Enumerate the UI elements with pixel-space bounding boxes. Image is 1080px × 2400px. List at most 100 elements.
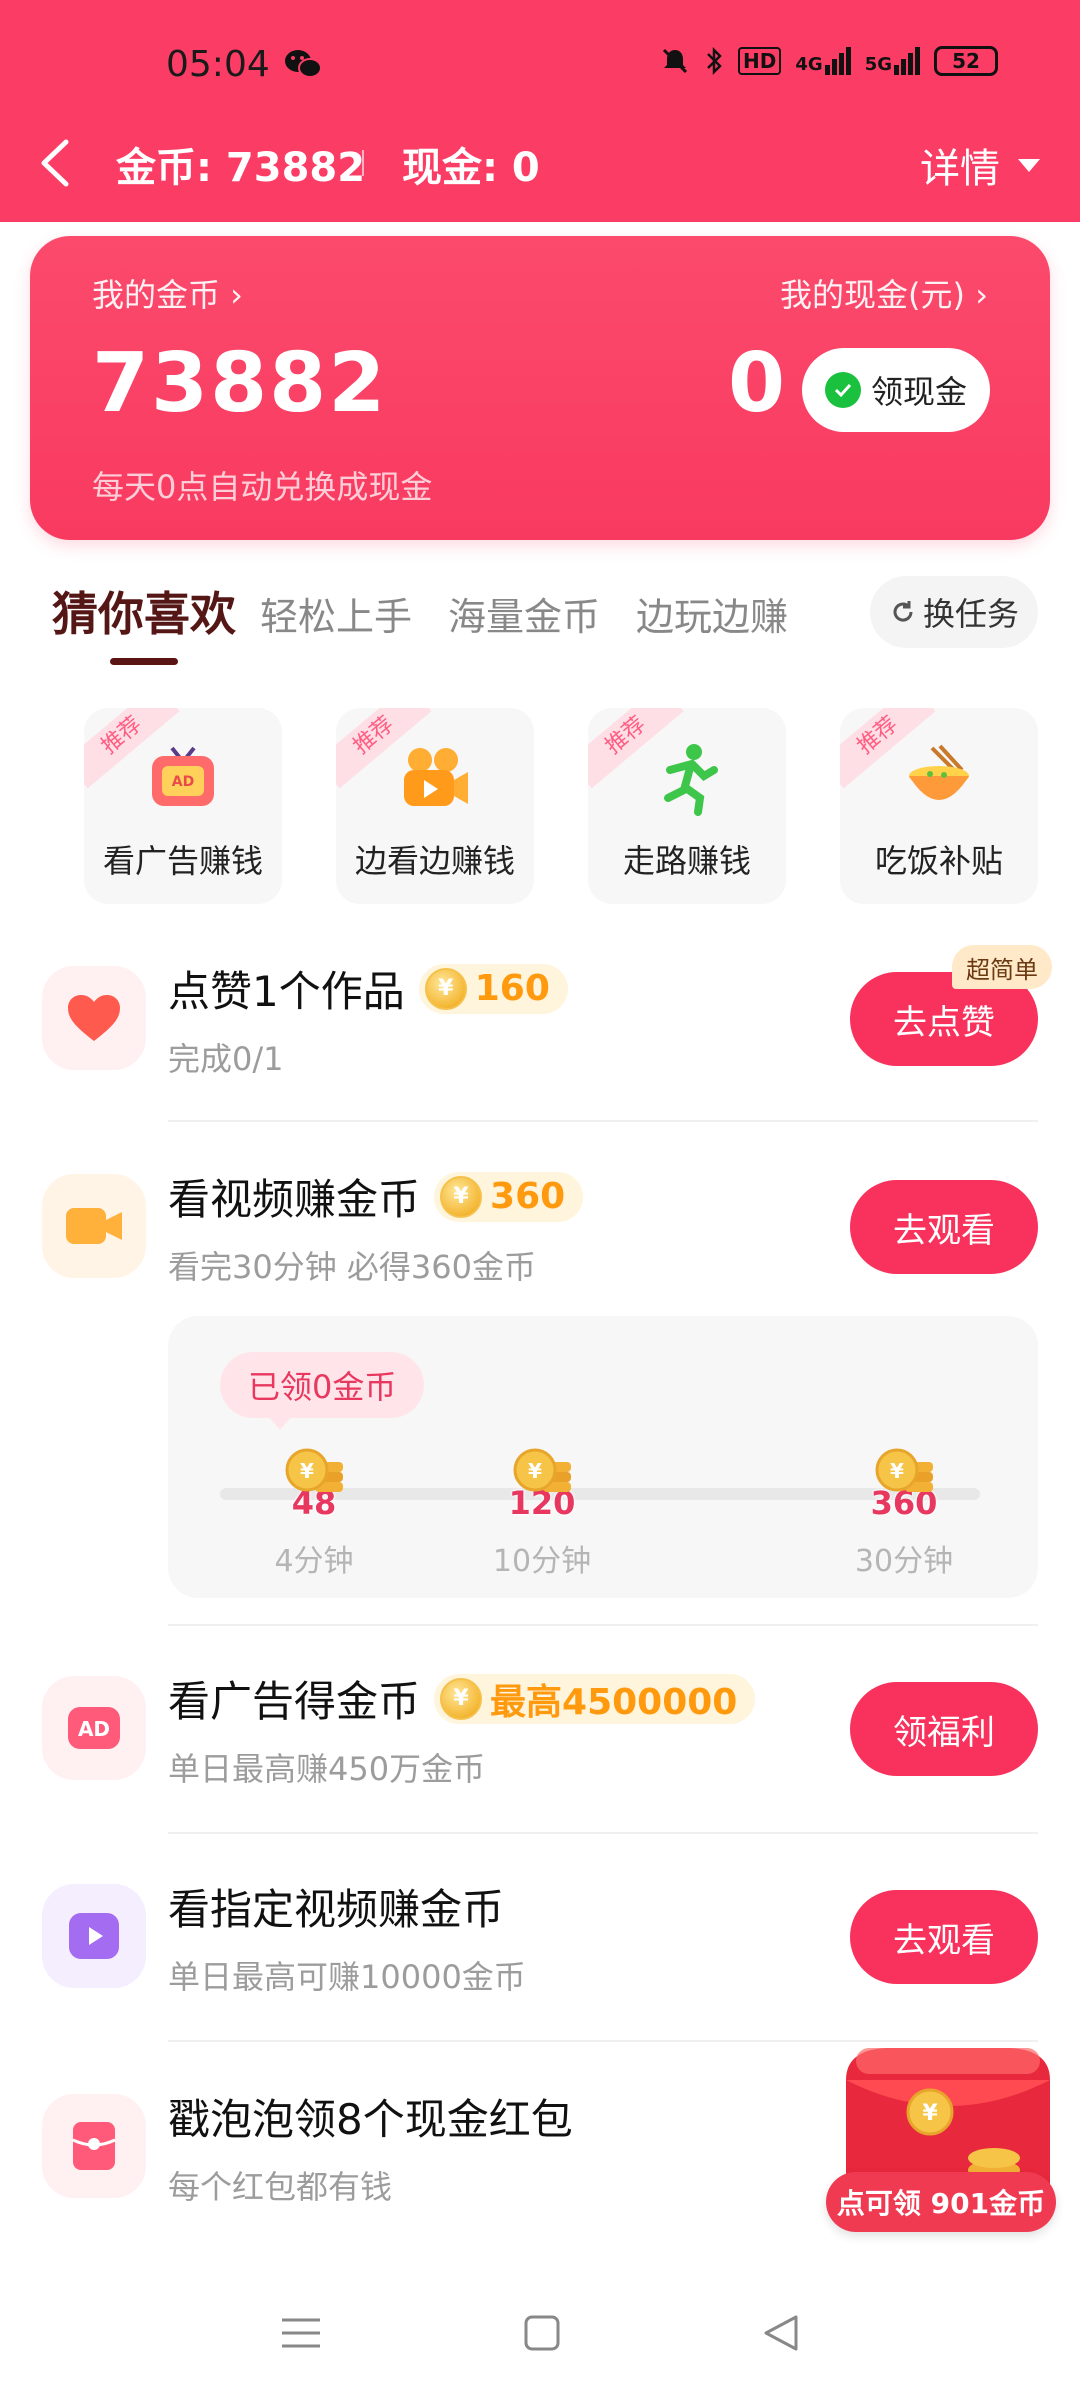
home-icon[interactable] — [523, 2314, 561, 2352]
quick-card-label: 吃饭补贴 — [874, 842, 1003, 880]
header-coins: 金币: 73882 — [116, 145, 366, 191]
divider — [168, 1120, 1038, 1122]
milestone-30min: ¥ 360 30分钟 — [844, 1448, 964, 1580]
super-easy-tag: 超简单 — [952, 945, 1052, 989]
back-arrow-icon[interactable] — [38, 138, 72, 188]
milestone-time: 10分钟 — [492, 1544, 592, 1579]
divider — [168, 1832, 1038, 1834]
milestone-time: 4分钟 — [274, 1544, 354, 1579]
task-like-title: 点赞1个作品 ¥160 — [168, 958, 568, 1019]
signal-bar — [908, 53, 913, 75]
task-spec-video-desc: 单日最高可赚10000金币 — [168, 1958, 526, 1996]
task-ad-desc: 单日最高赚450万金币 — [168, 1750, 486, 1788]
top-bar: 05:04 HD 4G 5G 52 金币: 73882 现金: 0 详情 — [0, 0, 1080, 222]
heart-icon — [42, 966, 146, 1070]
milestone-10min: ¥ 120 10分钟 — [482, 1448, 602, 1580]
milestone-4min: ¥ 48 4分钟 — [254, 1448, 374, 1580]
task-bubble-desc: 每个红包都有钱 — [168, 2168, 393, 2206]
signal-bar — [901, 59, 906, 75]
signal-bar — [845, 47, 851, 75]
battery-icon: 52 — [934, 46, 998, 76]
go-watch-button[interactable]: 去观看 — [850, 1180, 1038, 1274]
task-like-progress: 完成0/1 — [168, 1040, 284, 1078]
mute-icon — [662, 48, 688, 74]
milestone-time: 30分钟 — [854, 1544, 954, 1579]
svg-text:¥: ¥ — [300, 1459, 314, 1483]
reward-amount: 360 — [490, 1176, 566, 1217]
svg-text:¥: ¥ — [890, 1459, 904, 1483]
task-video-name: 看视频赚金币 — [168, 1175, 421, 1224]
svg-text:¥: ¥ — [528, 1459, 542, 1483]
svg-text:¥: ¥ — [922, 2101, 938, 2126]
tab-guess-you-like[interactable]: 猜你喜欢 — [52, 578, 236, 644]
header-cash: 现金: 0 — [402, 145, 540, 191]
quick-card-watch-earn[interactable]: 推荐 边看边赚钱 — [336, 708, 534, 904]
claim-coins-chip[interactable]: 点可领 901金币 — [826, 2172, 1056, 2232]
quick-card-meal-subsidy[interactable]: 推荐 吃饭补贴 — [840, 708, 1038, 904]
svg-text:AD: AD — [78, 1717, 110, 1741]
wechat-icon — [285, 50, 322, 78]
signal-bar — [915, 47, 920, 75]
withdraw-cash-button[interactable]: 领现金 — [802, 348, 990, 432]
back-icon[interactable] — [762, 2313, 800, 2353]
active-tab-indicator — [110, 658, 178, 665]
status-time: 05:04 — [166, 44, 270, 85]
signal-bar — [894, 65, 899, 75]
task-video-desc: 看完30分钟 必得360金币 — [168, 1248, 536, 1286]
4g-signal-icon: 4G — [795, 47, 851, 75]
ad-icon: AD — [42, 1676, 146, 1780]
tab-lots-of-coins[interactable]: 海量金币 — [448, 586, 600, 641]
switch-tasks-button[interactable]: 换任务 — [870, 576, 1038, 648]
quick-card-label: 走路赚钱 — [622, 842, 751, 880]
go-watch-specified-button[interactable]: 去观看 — [850, 1890, 1038, 1984]
coins-received-pill: 已领0金币 — [220, 1352, 425, 1430]
reward-amount: 160 — [474, 968, 550, 1009]
video-camera-icon — [42, 1174, 146, 1278]
signal-bar — [838, 53, 844, 75]
coin-icon: ¥ — [440, 1677, 483, 1720]
bluetooth-icon — [707, 46, 722, 76]
red-packet-icon — [42, 2094, 146, 2198]
tab-play-and-earn[interactable]: 边玩边赚 — [636, 586, 788, 641]
task-like-name: 点赞1个作品 — [168, 967, 405, 1016]
coin-icon: ¥ — [424, 967, 467, 1010]
svg-text:AD: AD — [172, 774, 194, 790]
withdraw-label: 领现金 — [870, 373, 967, 411]
refresh-icon — [893, 601, 913, 622]
task-video-title: 看视频赚金币 ¥360 — [168, 1166, 584, 1227]
coin-stack-icon: ¥ — [509, 1448, 575, 1500]
get-welfare-button[interactable]: 领福利 — [850, 1682, 1038, 1776]
coin-stack-icon: ¥ — [281, 1448, 347, 1500]
task-bubble-title: 戳泡泡领8个现金红包 — [168, 2095, 573, 2144]
video-progress-panel: 已领0金币 ¥ 48 4分钟 ¥ 120 10分钟 ¥ 360 30分钟 — [168, 1316, 1038, 1598]
5g-label: 5G — [864, 54, 892, 75]
detail-dropdown[interactable]: 详情 — [920, 136, 1040, 194]
play-icon — [42, 1884, 146, 1988]
reward-badge: ¥360 — [434, 1171, 584, 1222]
coins-value: 73882 — [92, 336, 388, 431]
balance-card: 我的金币 › 我的现金(元) › 73882 0 领现金 每天0点自动兑换成现金 — [30, 236, 1050, 540]
menu-icon[interactable] — [280, 2316, 322, 2350]
tv-ad-icon: AD — [152, 746, 214, 806]
my-cash-link[interactable]: 我的现金(元) › — [780, 270, 988, 316]
hd-icon: HD — [738, 47, 782, 75]
status-icons: HD 4G 5G 52 — [660, 46, 998, 76]
runner-icon — [664, 744, 718, 816]
header-divider — [362, 150, 364, 176]
quick-card-watch-ads[interactable]: 推荐 AD 看广告赚钱 — [84, 708, 282, 904]
coin-icon: ¥ — [440, 1175, 483, 1218]
camera-icon — [404, 748, 468, 806]
cash-value: 0 — [728, 336, 786, 431]
task-ad-name: 看广告得金币 — [168, 1677, 421, 1726]
tab-easy-start[interactable]: 轻松上手 — [260, 586, 412, 641]
coin-stack-icon: ¥ — [871, 1448, 937, 1500]
bowl-icon — [909, 744, 969, 800]
signal-bar — [824, 65, 830, 75]
reward-badge: ¥160 — [418, 963, 568, 1014]
quick-card-walk-earn[interactable]: 推荐 走路赚钱 — [588, 708, 786, 904]
wechat-pay-icon — [824, 372, 861, 408]
divider — [168, 1624, 1038, 1626]
my-coins-link[interactable]: 我的金币 › — [92, 270, 243, 316]
task-tabs: 猜你喜欢 轻松上手 海量金币 边玩边赚 — [52, 578, 824, 644]
task-spec-video-title: 看指定视频赚金币 — [168, 1885, 505, 1934]
